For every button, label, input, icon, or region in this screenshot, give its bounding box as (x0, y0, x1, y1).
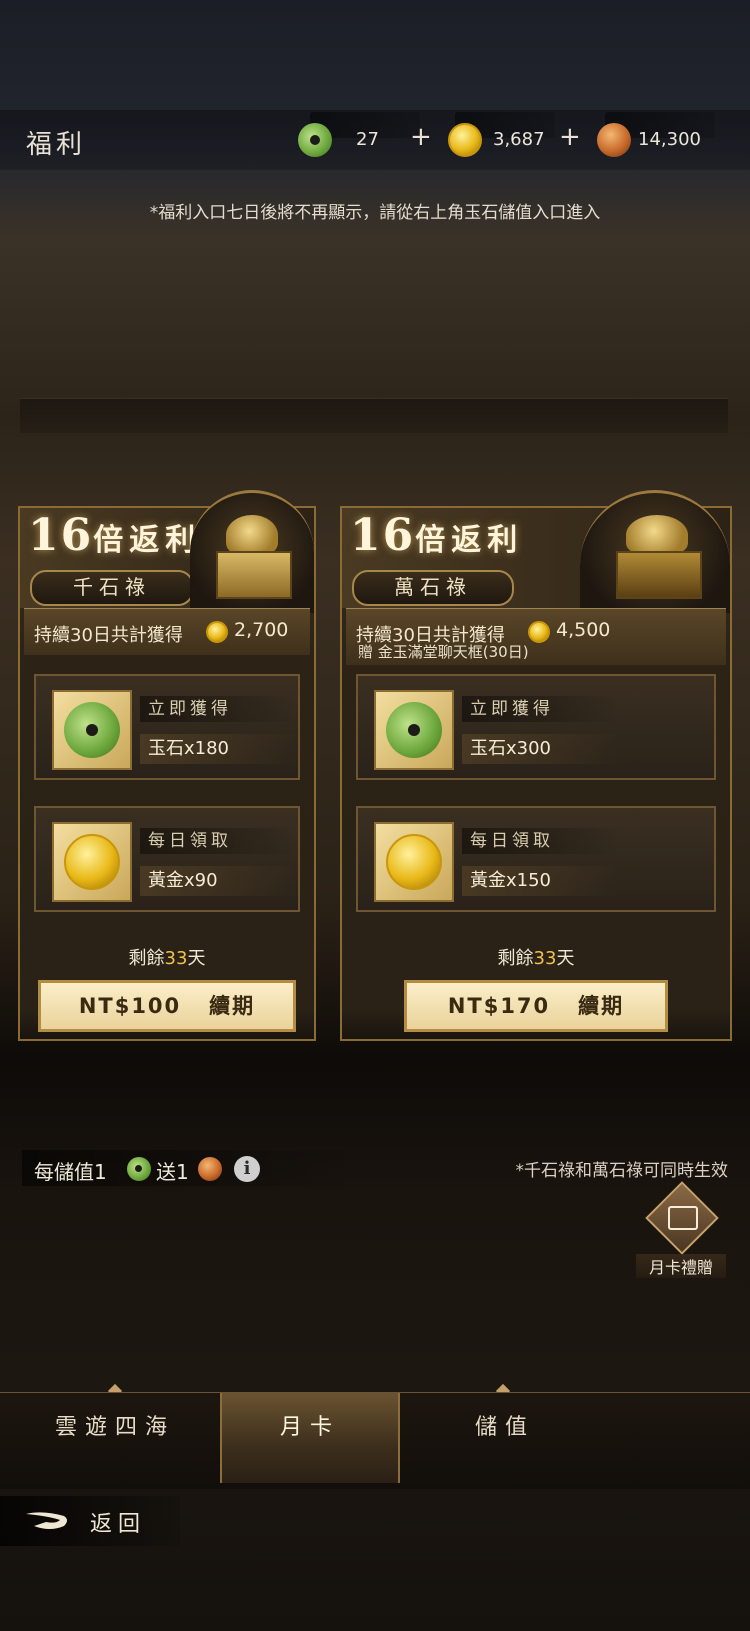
notice-text: *福利入口七日後將不再顯示，請從右上角玉石儲值入口進入 (149, 203, 601, 223)
promo-text-2: 送1 (156, 1160, 189, 1184)
remaining-days: 剩餘33天 (497, 948, 575, 969)
add-jade-button[interactable]: + (410, 122, 432, 152)
seal-beast-icon (226, 515, 278, 555)
monthly-gift-button[interactable]: 月卡禮贈 (636, 1181, 726, 1278)
gold-count: 3,687 (493, 129, 545, 150)
gift-box-icon (668, 1206, 698, 1230)
seal-coin-icon (198, 1157, 222, 1181)
multiplier: 16倍返利 (350, 510, 524, 561)
instant-reward: 立即獲得 玉石x180 (34, 674, 300, 780)
daily-reward: 每日領取 黃金x150 (356, 806, 716, 912)
seal-base (216, 551, 292, 599)
remaining-days: 剩餘33天 (128, 948, 206, 969)
instant-item: 玉石x300 (462, 734, 620, 764)
bottom-tab-bar: 雲遊四海 月卡 儲值 (0, 1392, 750, 1489)
gold-coin-icon (206, 621, 228, 643)
jade-seal-image (190, 490, 314, 613)
jade-icon (386, 702, 442, 758)
total-text: 持續30日共計獲得 (34, 625, 183, 646)
jade-icon (127, 1157, 151, 1181)
promo-row: 每儲值1 送1 i (22, 1150, 362, 1186)
total-amount: 2,700 (234, 619, 289, 641)
daily-label: 每日領取 (140, 828, 298, 854)
page-title: 福利 (26, 130, 87, 160)
daily-reward: 每日領取 黃金x90 (34, 806, 300, 912)
instant-label: 立即獲得 (462, 696, 620, 722)
renew-button[interactable]: NT$170 續期 (404, 980, 668, 1032)
gift-label: 月卡禮贈 (636, 1254, 726, 1278)
top-header: 福利 27 + 3,687 + 14,300 (0, 110, 750, 170)
tab-topup[interactable]: 儲值 (420, 1393, 590, 1483)
jade-icon (298, 123, 332, 157)
multiplier: 16倍返利 (28, 510, 202, 561)
total-reward-row: 持續30日共計獲得 2,700 (24, 608, 310, 655)
seal-count: 14,300 (638, 129, 701, 150)
tab-monthly-card[interactable]: 月卡 (220, 1393, 400, 1483)
item-frame (52, 822, 132, 902)
plan-name: 萬石祿 (352, 570, 514, 606)
stack-note: *千石祿和萬石祿可同時生效 (515, 1161, 729, 1181)
instant-label: 立即獲得 (140, 696, 298, 722)
seal-beast-icon (626, 515, 688, 555)
daily-label: 每日領取 (462, 828, 620, 854)
promo-text-1: 每儲值1 (34, 1160, 107, 1184)
instant-item: 玉石x180 (140, 734, 298, 764)
item-frame (374, 690, 454, 770)
gold-coin-icon (386, 834, 442, 890)
back-button[interactable]: 返回 (0, 1496, 180, 1546)
gold-coin-icon (528, 621, 550, 643)
daily-item: 黃金x150 (462, 866, 620, 896)
plan-name: 千石祿 (30, 570, 194, 606)
divider-band (20, 398, 728, 433)
seal-base (616, 551, 702, 599)
seal-coin-icon (597, 123, 631, 157)
back-arrow-icon (26, 1512, 67, 1529)
jade-icon (64, 702, 120, 758)
bonus-text: 贈 金玉滿堂聊天框(30日) (358, 643, 529, 661)
total-reward-row: 持續30日共計獲得 4,500 贈 金玉滿堂聊天框(30日) (346, 608, 726, 665)
gold-coin-icon (64, 834, 120, 890)
plan-card-1: 16倍返利 千石祿 持續30日共計獲得 2,700 立即獲得 玉石x180 每日… (18, 490, 316, 1041)
gold-coin-icon (448, 123, 482, 157)
daily-item: 黃金x90 (140, 866, 298, 896)
item-frame (52, 690, 132, 770)
total-amount: 4,500 (556, 619, 611, 641)
jade-count: 27 (356, 129, 379, 150)
plan-card-2: 16倍返利 萬石祿 持續30日共計獲得 4,500 贈 金玉滿堂聊天框(30日)… (340, 490, 732, 1041)
renew-button[interactable]: NT$100 續期 (38, 980, 296, 1032)
back-label: 返回 (90, 1512, 147, 1537)
tab-travel[interactable]: 雲遊四海 (30, 1393, 200, 1483)
item-frame (374, 822, 454, 902)
instant-reward: 立即獲得 玉石x300 (356, 674, 716, 780)
add-gold-button[interactable]: + (559, 122, 581, 152)
info-icon[interactable]: i (234, 1156, 260, 1182)
